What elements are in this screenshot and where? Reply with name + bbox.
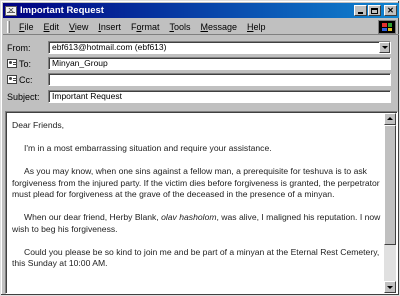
minimize-button[interactable] xyxy=(354,5,367,16)
message-body[interactable]: Dear Friends, I'm in a most embarrassing… xyxy=(5,111,398,294)
to-label: To: xyxy=(19,58,32,69)
window-title: Important Request xyxy=(20,5,104,16)
maximize-button[interactable] xyxy=(368,5,381,16)
greeting: Dear Friends, xyxy=(12,120,65,130)
windows-logo-icon xyxy=(378,20,396,34)
vertical-scrollbar[interactable] xyxy=(384,113,396,293)
subject-label: Subject: xyxy=(7,91,40,102)
envelope-icon xyxy=(5,5,17,16)
from-dropdown-button[interactable] xyxy=(379,42,390,53)
from-value: ebf613@hotmail.com (ebf613) xyxy=(52,42,167,52)
from-label: From: xyxy=(7,42,31,53)
paragraph-3-italic: olav hasholom xyxy=(161,212,217,222)
to-row: To: xyxy=(7,57,47,70)
paragraph-1: I'm in a most embarrassing situation and… xyxy=(24,143,272,153)
menu-tools-label: ools xyxy=(173,21,191,32)
scroll-up-button[interactable] xyxy=(384,113,396,125)
menu-help-label: elp xyxy=(253,21,266,32)
from-row: From: xyxy=(7,41,47,54)
scroll-down-button[interactable] xyxy=(384,281,396,293)
menu-insert[interactable]: Insert xyxy=(93,22,126,32)
menu-format[interactable]: Format xyxy=(126,22,165,32)
paragraph-2: As you may know, when one sins against a… xyxy=(12,166,380,199)
maximize-icon xyxy=(371,7,378,14)
menu-help[interactable]: Help xyxy=(242,22,271,32)
subject-value: Important Request xyxy=(52,91,122,101)
scroll-thumb[interactable] xyxy=(384,125,396,245)
menu-insert-label: nsert xyxy=(100,21,121,32)
menu-message-label: essage xyxy=(207,21,237,32)
menu-message-accel: M xyxy=(200,21,208,32)
minimize-icon xyxy=(358,12,363,14)
subject-row: Subject: xyxy=(7,90,47,103)
subject-field[interactable]: Important Request xyxy=(48,90,391,103)
menu-bar: File Edit View Insert Format Tools Messa… xyxy=(3,19,399,35)
title-bar[interactable]: Important Request ✕ xyxy=(3,3,399,18)
address-book-icon xyxy=(7,59,17,68)
menu-grip-handle[interactable] xyxy=(7,20,10,33)
message-body-text: Dear Friends, I'm in a most embarrassing… xyxy=(12,120,384,281)
menu-message[interactable]: Message xyxy=(195,22,242,32)
cc-label-wrap[interactable]: Cc: xyxy=(7,75,47,85)
menu-view-label: iew xyxy=(74,21,89,32)
menu-view[interactable]: View xyxy=(64,22,93,32)
menu-edit-label: dit xyxy=(49,21,60,32)
address-book-icon xyxy=(7,75,17,84)
to-value: Minyan_Group xyxy=(52,58,108,68)
menu-tools[interactable]: Tools xyxy=(164,22,195,32)
paragraph-4: Could you please be so kind to join me a… xyxy=(12,246,380,269)
message-window: Important Request ✕ File Edit View Inser… xyxy=(0,0,400,296)
cc-label: Cc: xyxy=(19,74,33,85)
close-icon: ✕ xyxy=(387,5,394,15)
paragraph-3-start: When our dear friend, Herby Blank, xyxy=(24,212,162,222)
to-label-wrap[interactable]: To: xyxy=(7,59,47,69)
cc-row: Cc: xyxy=(7,73,47,86)
menu-edit[interactable]: Edit xyxy=(39,22,65,32)
close-button[interactable]: ✕ xyxy=(384,5,397,16)
paragraph-3: When our dear friend, Herby Blank, olav … xyxy=(12,212,384,235)
cc-field[interactable] xyxy=(48,73,391,86)
menu-file-label: ile xyxy=(24,21,34,32)
to-field[interactable]: Minyan_Group xyxy=(48,57,391,70)
menu-format-label: rmat xyxy=(141,21,160,32)
from-field[interactable]: ebf613@hotmail.com (ebf613) xyxy=(48,41,391,54)
menu-file[interactable]: File xyxy=(14,22,39,32)
